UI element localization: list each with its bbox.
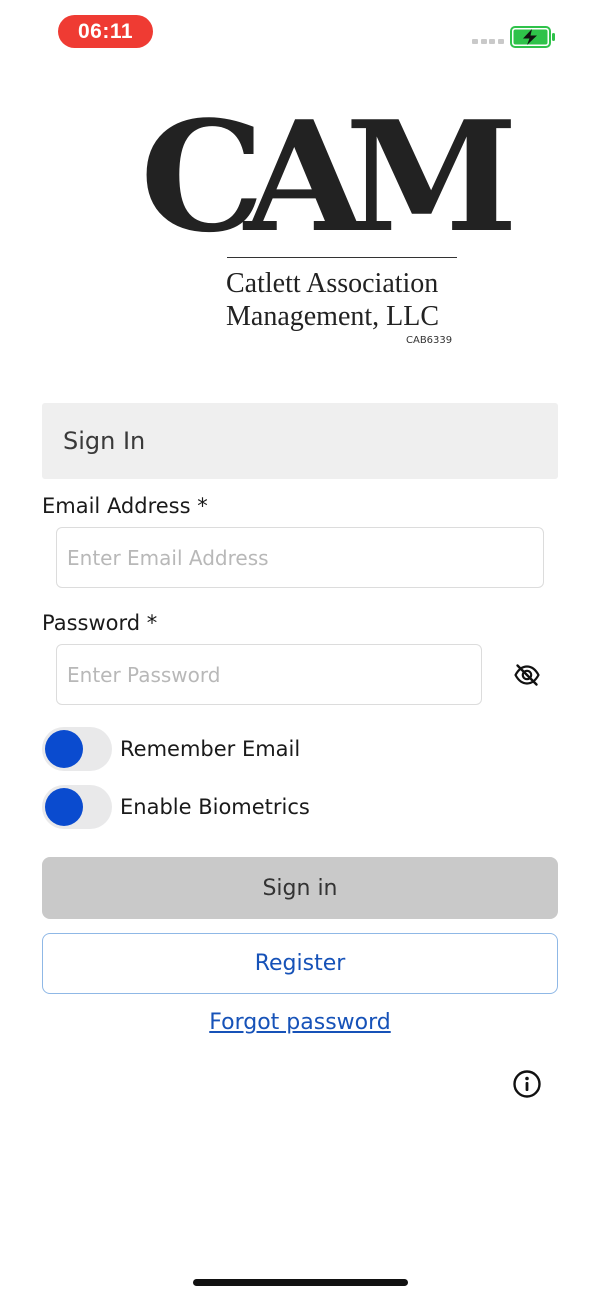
forgot-password-link[interactable]: Forgot password <box>0 1010 600 1035</box>
cellular-signal-icon <box>472 39 504 44</box>
enable-biometrics-toggle[interactable] <box>42 785 112 829</box>
toggle-password-visibility-button[interactable] <box>512 660 542 690</box>
home-indicator <box>193 1279 408 1286</box>
password-input[interactable] <box>56 644 482 705</box>
logo-monogram: CAM <box>140 87 518 266</box>
sign-in-header: Sign In <box>42 403 558 479</box>
remember-email-label: Remember Email <box>120 737 301 761</box>
sign-in-button[interactable]: Sign in <box>42 857 558 919</box>
company-logo: CAM <box>140 101 518 254</box>
battery-charging-icon <box>510 26 555 48</box>
remember-email-toggle[interactable] <box>42 727 112 771</box>
company-name-line2: Management, LLC <box>226 301 440 332</box>
status-time: 06:11 <box>58 15 153 48</box>
toggle-knob <box>45 730 83 768</box>
enable-biometrics-row: Enable Biometrics <box>42 785 310 829</box>
remember-email-row: Remember Email <box>42 727 300 771</box>
password-label: Password * <box>42 611 158 635</box>
eye-slash-icon <box>514 664 540 686</box>
enable-biometrics-label: Enable Biometrics <box>120 795 310 819</box>
company-code: CAB6339 <box>406 335 453 346</box>
email-label: Email Address * <box>42 494 208 518</box>
info-icon <box>513 1070 541 1098</box>
register-button[interactable]: Register <box>42 933 558 994</box>
logo-divider <box>227 257 457 258</box>
company-name-line1: Catlett Association <box>226 268 439 299</box>
toggle-knob <box>45 788 83 826</box>
info-button[interactable] <box>512 1069 542 1099</box>
email-input[interactable] <box>56 527 544 588</box>
